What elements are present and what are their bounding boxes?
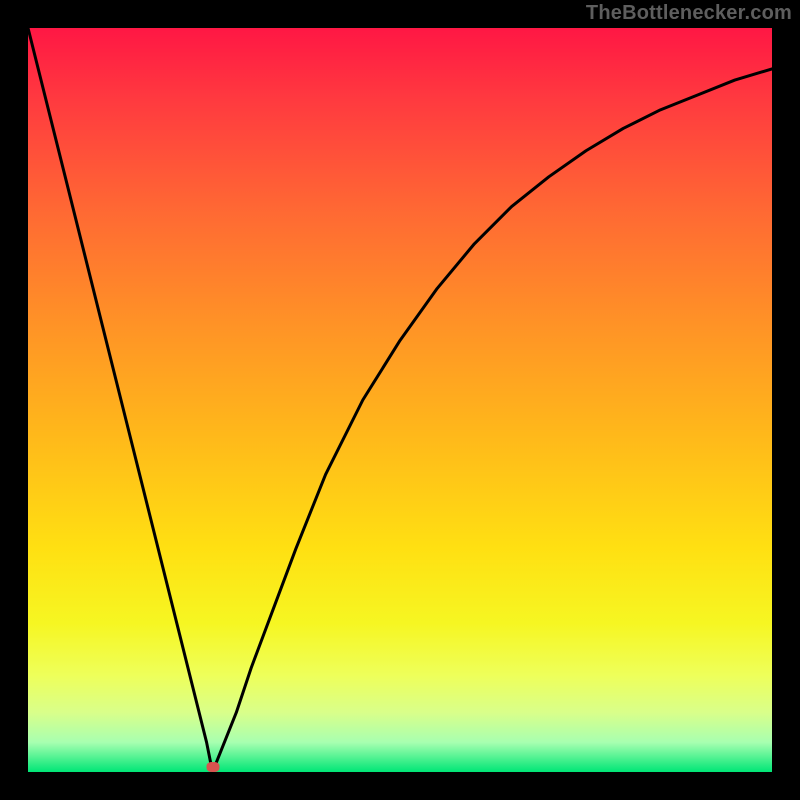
plot-area: [28, 28, 772, 772]
optimal-marker: [206, 762, 219, 772]
chart-frame: TheBottlenecker.com: [0, 0, 800, 800]
bottleneck-curve: [28, 28, 772, 772]
watermark-text: TheBottlenecker.com: [586, 2, 792, 25]
